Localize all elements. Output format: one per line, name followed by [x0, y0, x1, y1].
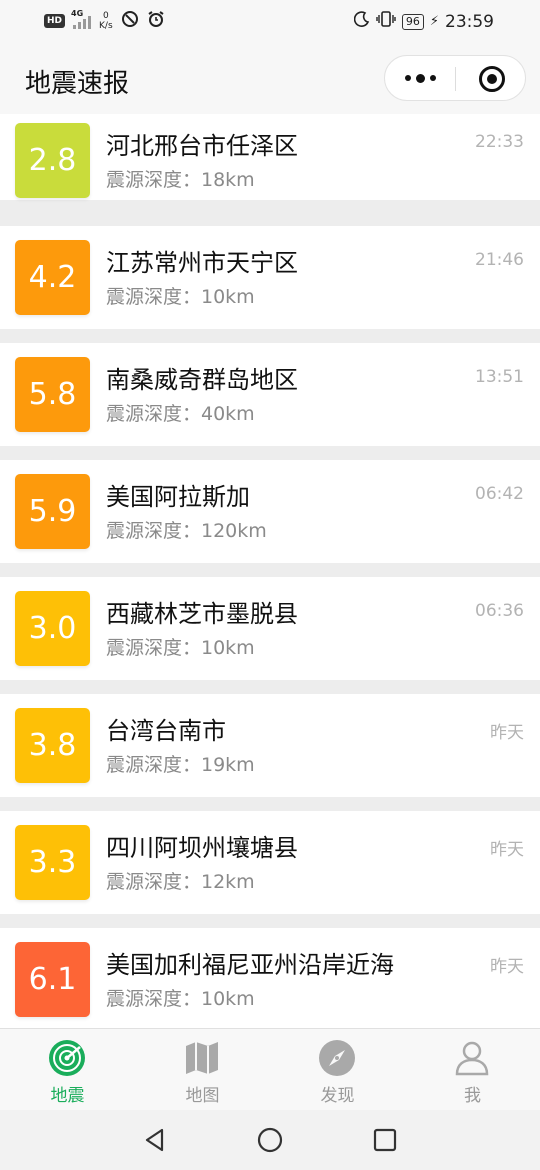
quake-depth: 震源深度：10km [106, 286, 255, 308]
quake-place: 江苏常州市天宁区 [106, 249, 298, 277]
signal-icon: 4G [71, 9, 92, 29]
status-time: 23:59 [445, 11, 494, 32]
quake-row[interactable]: 5.8 南桑威奇群岛地区 震源深度：40km 13:51 [0, 343, 540, 446]
magnitude-badge: 2.8 [15, 123, 90, 198]
mini-program-capsule [384, 55, 526, 101]
quake-depth: 震源深度：40km [106, 403, 255, 425]
quake-time: 06:36 [475, 601, 524, 621]
magnitude-badge: 5.9 [15, 474, 90, 549]
speed-unit: K/s [99, 20, 113, 31]
quake-depth: 震源深度：19km [106, 754, 255, 776]
capsule-divider [455, 67, 456, 91]
magnitude-badge: 5.8 [15, 357, 90, 432]
quake-time: 13:51 [475, 367, 524, 387]
compass-icon [317, 1038, 357, 1078]
quake-time: 昨天 [490, 957, 524, 977]
quake-place: 四川阿坝州壤塘县 [106, 834, 298, 862]
status-right: 96 ⚡ 23:59 [353, 10, 494, 33]
quake-time: 昨天 [490, 840, 524, 860]
quake-row[interactable]: 4.2 江苏常州市天宁区 震源深度：10km 21:46 [0, 226, 540, 329]
target-icon[interactable] [479, 66, 505, 92]
magnitude-badge: 3.8 [15, 708, 90, 783]
quake-row[interactable]: 3.8 台湾台南市 震源深度：19km 昨天 [0, 694, 540, 797]
speed-value: 0 [102, 10, 109, 21]
network-type: 4G [71, 8, 84, 18]
alarm-icon [147, 10, 165, 31]
tab-map[interactable]: 地图 [135, 1029, 270, 1111]
status-left: HD 4G 0 K/s [44, 9, 165, 31]
tab-label: 发现 [320, 1086, 355, 1106]
quake-time: 06:42 [475, 484, 524, 504]
dnd-icon [121, 10, 139, 31]
screen: HD 4G 0 K/s 96 ⚡ 23:59 地震速报 2.8 河北邢台市任泽区… [0, 0, 540, 1170]
quake-place: 南桑威奇群岛地区 [106, 366, 298, 394]
quake-depth: 震源深度：120km [106, 520, 267, 542]
home-circle-icon[interactable] [257, 1127, 283, 1153]
hd-icon: HD [44, 13, 66, 28]
quake-place: 河北邢台市任泽区 [106, 132, 298, 160]
more-dots-icon[interactable] [405, 73, 436, 83]
back-triangle-icon[interactable] [142, 1127, 168, 1153]
quake-list: 2.8 河北邢台市任泽区 震源深度：18km 22:33 4.2 江苏常州市天宁… [0, 114, 540, 1028]
tab-bar: 地震 地图 发现 我 [0, 1028, 540, 1110]
tab-label: 地震 [50, 1086, 85, 1106]
quake-depth: 震源深度：10km [106, 637, 255, 659]
quake-depth: 震源深度：18km [106, 169, 255, 191]
status-bar: HD 4G 0 K/s 96 ⚡ 23:59 [0, 0, 540, 44]
recents-square-icon[interactable] [372, 1127, 398, 1153]
vibrate-icon [376, 10, 396, 33]
quake-row[interactable]: 2.8 河北邢台市任泽区 震源深度：18km 22:33 [0, 114, 540, 200]
quake-depth: 震源深度：12km [106, 871, 255, 893]
quake-time: 21:46 [475, 250, 524, 270]
quake-row[interactable]: 3.3 四川阿坝州壤塘县 震源深度：12km 昨天 [0, 811, 540, 914]
radar-icon [47, 1038, 87, 1078]
magnitude-badge: 6.1 [15, 942, 90, 1017]
tab-discover[interactable]: 发现 [270, 1029, 405, 1111]
quake-time: 22:33 [475, 132, 524, 152]
tab-me[interactable]: 我 [405, 1029, 540, 1111]
quake-depth: 震源深度：10km [106, 988, 255, 1010]
magnitude-badge: 3.3 [15, 825, 90, 900]
system-nav-bar [0, 1110, 540, 1170]
map-icon [182, 1038, 222, 1078]
app-header: 地震速报 [0, 44, 540, 114]
tab-label: 我 [464, 1086, 481, 1106]
battery-icon: 96 [401, 13, 424, 30]
magnitude-badge: 4.2 [15, 240, 90, 315]
speed-icon: 0 K/s [99, 11, 113, 31]
quake-place: 美国加利福尼亚州沿岸近海 [106, 951, 394, 979]
quake-place: 美国阿拉斯加 [106, 483, 250, 511]
tab-earthquake[interactable]: 地震 [0, 1029, 135, 1111]
quake-place: 台湾台南市 [106, 717, 226, 745]
quake-row[interactable]: 5.9 美国阿拉斯加 震源深度：120km 06:42 [0, 460, 540, 563]
magnitude-badge: 3.0 [15, 591, 90, 666]
user-icon [452, 1038, 492, 1078]
quake-time: 昨天 [490, 723, 524, 743]
moon-icon [353, 11, 370, 32]
quake-row[interactable]: 6.1 美国加利福尼亚州沿岸近海 震源深度：10km 昨天 [0, 928, 540, 1028]
tab-label: 地图 [185, 1086, 220, 1106]
quake-row[interactable]: 3.0 西藏林芝市墨脱县 震源深度：10km 06:36 [0, 577, 540, 680]
quake-place: 西藏林芝市墨脱县 [106, 600, 298, 628]
charging-icon: ⚡ [429, 14, 439, 29]
page-title: 地震速报 [25, 69, 130, 99]
